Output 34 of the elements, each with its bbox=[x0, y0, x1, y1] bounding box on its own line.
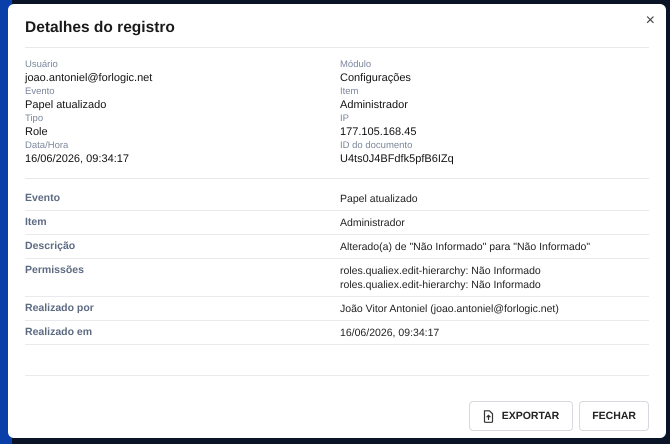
close-button[interactable]: × bbox=[646, 12, 655, 30]
table-cell: Administrador bbox=[340, 216, 405, 230]
table-cell-text: Descrição bbox=[25, 240, 76, 254]
table-cell: João Vitor Antoniel (joao.antoniel@forlogic.net) bbox=[340, 302, 559, 316]
field-value: joao.antoniel@forlogic.net bbox=[25, 72, 154, 85]
table-cell-text: Realizado em bbox=[25, 326, 94, 340]
dialog-title: Detalhes do registro bbox=[25, 18, 175, 36]
table-cell: 16/06/2026, 09:34:17 bbox=[340, 326, 440, 340]
table-cell-text: Realizado por bbox=[25, 302, 95, 316]
field-label: Data/Hora bbox=[25, 139, 70, 152]
file-export-icon bbox=[482, 410, 494, 422]
table-cell-text: Item bbox=[25, 216, 48, 230]
field-value: U4ts0J4BFdfk5pfB6IZq bbox=[340, 152, 455, 166]
field-label: Tipo bbox=[25, 112, 44, 126]
field-value: Papel atualizado bbox=[25, 98, 108, 112]
field-label: IP bbox=[340, 112, 350, 126]
field-label: ID do documento bbox=[340, 139, 414, 152]
field-label: Módulo bbox=[340, 58, 372, 72]
table-cell: Alterado(a) de "Não Informado" para "Não Informado" bbox=[340, 240, 590, 254]
field-value: 16/06/2026, 09:34:17 bbox=[25, 152, 130, 166]
field-label: Usuário bbox=[25, 58, 59, 72]
field-value: Role bbox=[25, 126, 49, 139]
export-button[interactable]: EXPORTAR bbox=[468, 401, 574, 431]
table-cell-text: Permissões bbox=[25, 264, 85, 278]
field-value: Administrador bbox=[340, 98, 409, 112]
field-label: Item bbox=[340, 85, 360, 98]
table-cell-text: Evento bbox=[25, 192, 62, 206]
close-button[interactable]: FECHAR bbox=[579, 401, 649, 431]
table-cell: Papel atualizado bbox=[340, 192, 418, 206]
field-value: 177.105.168.45 bbox=[340, 126, 418, 139]
field-value: Configurações bbox=[340, 72, 412, 85]
field-label: Evento bbox=[25, 85, 56, 98]
table-cell: roles.qualiex.edit-hierarchy: Não Informado bbox=[340, 278, 541, 292]
table-cell: roles.qualiex.edit-hierarchy: Não Informado bbox=[340, 264, 541, 278]
